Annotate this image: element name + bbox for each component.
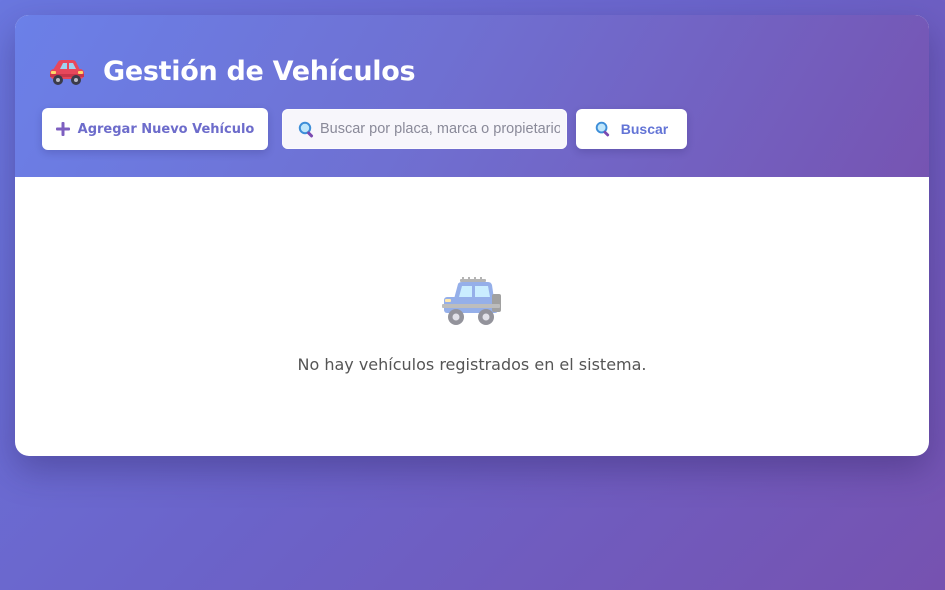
add-vehicle-button[interactable]: Agregar Nuevo Vehículo bbox=[42, 108, 268, 150]
empty-state: No hay vehículos registrados en el siste… bbox=[15, 177, 929, 456]
search-button[interactable]: Buscar bbox=[576, 109, 687, 149]
red-car-icon bbox=[50, 60, 84, 85]
search-field[interactable] bbox=[282, 109, 567, 149]
search-button-label: Buscar bbox=[620, 121, 669, 137]
add-vehicle-button-label: Agregar Nuevo Vehículo bbox=[77, 121, 255, 137]
plus-icon bbox=[55, 122, 70, 136]
magnifier-icon bbox=[595, 121, 609, 137]
page-title-row: Gestión de Vehículos bbox=[47, 51, 416, 91]
header: Gestión de Vehículos Agregar Nuevo Vehíc… bbox=[15, 15, 929, 177]
vehicle-management-card: Gestión de Vehículos Agregar Nuevo Vehíc… bbox=[15, 15, 929, 456]
jeep-icon bbox=[442, 277, 501, 325]
page-title: Gestión de Vehículos bbox=[103, 55, 416, 87]
magnifier-icon bbox=[298, 121, 314, 137]
search-input[interactable] bbox=[320, 121, 560, 137]
empty-state-message: No hay vehículos registrados en el siste… bbox=[297, 355, 647, 374]
